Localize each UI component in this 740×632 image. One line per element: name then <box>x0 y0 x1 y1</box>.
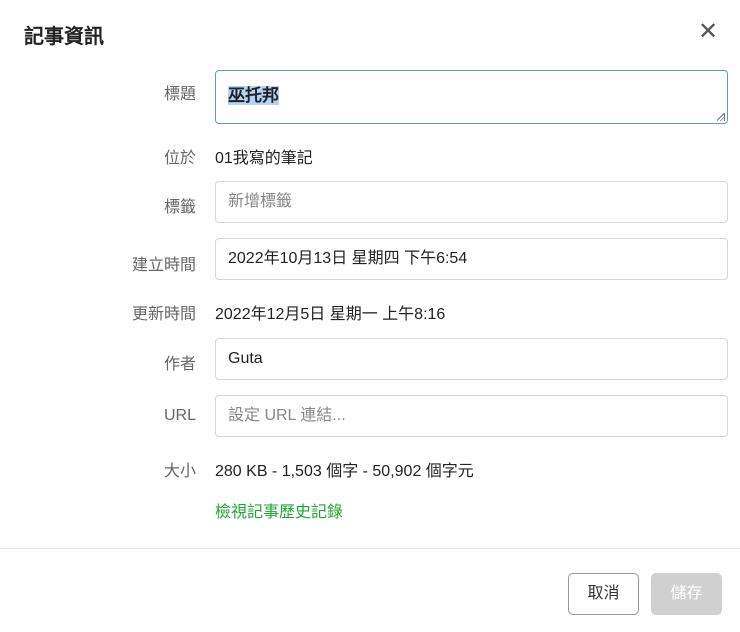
title-label: 標題 <box>163 86 196 103</box>
author-input[interactable]: Guta <box>215 338 728 380</box>
url-input[interactable]: 設定 URL 連結... <box>215 395 728 437</box>
location-value: 01我寫的筆記 <box>215 150 313 167</box>
save-button[interactable]: 儲存 <box>651 573 722 615</box>
footer-divider <box>0 548 740 549</box>
tags-label: 標籤 <box>163 199 196 216</box>
size-value: 280 KB - 1,503 個字 - 50,902 個字元 <box>215 463 474 480</box>
url-label: URL <box>163 407 196 424</box>
author-label: 作者 <box>163 356 196 373</box>
resize-grip-icon[interactable] <box>717 113 725 121</box>
title-value: 巫托邦 <box>228 86 279 105</box>
size-label: 大小 <box>163 463 196 480</box>
cancel-button[interactable]: 取消 <box>568 573 639 615</box>
created-label: 建立時間 <box>131 257 196 274</box>
updated-label: 更新時間 <box>131 306 196 323</box>
updated-value: 2022年12月5日 星期一 上午8:16 <box>215 306 446 323</box>
close-icon[interactable]: ✕ <box>696 20 720 44</box>
title-input[interactable]: 巫托邦 <box>215 70 728 124</box>
dialog-title: 記事資訊 <box>24 26 104 48</box>
view-history-link[interactable]: 檢視記事歷史記錄 <box>215 498 343 522</box>
location-label: 位於 <box>163 150 196 167</box>
created-input[interactable]: 2022年10月13日 星期四 下午6:54 <box>215 238 728 280</box>
tags-input[interactable]: 新增標籤 <box>215 181 728 223</box>
